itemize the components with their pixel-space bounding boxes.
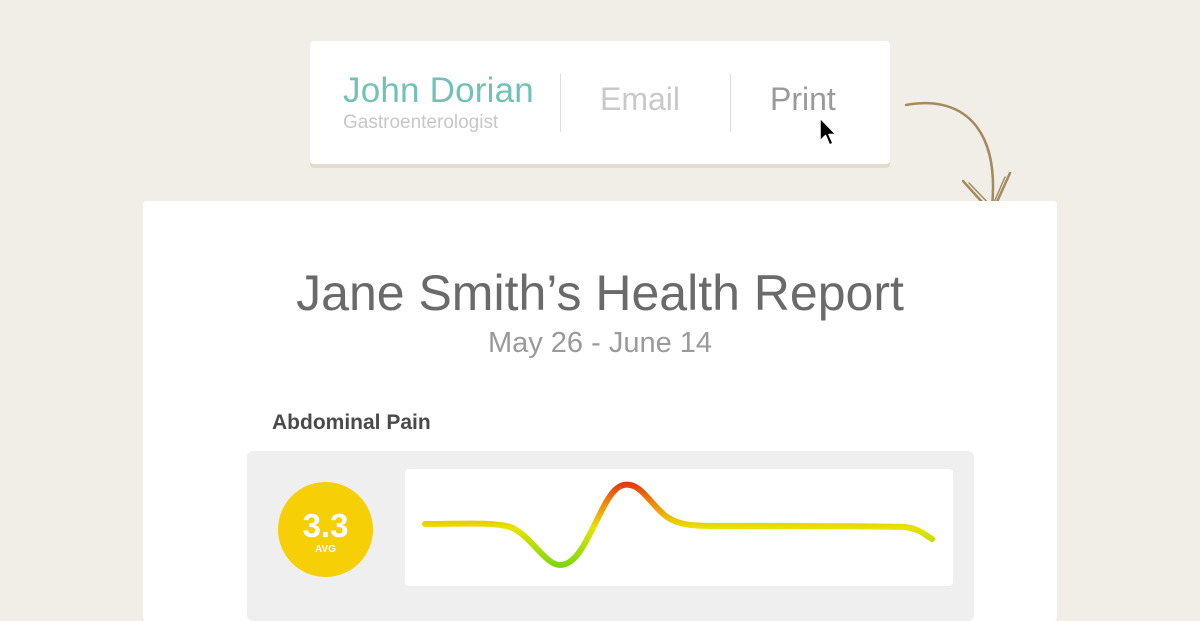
divider <box>730 74 731 132</box>
divider <box>560 74 561 132</box>
print-button[interactable]: Print <box>770 79 836 119</box>
report-title: Jane Smith’s Health Report <box>296 265 904 321</box>
doctor-name[interactable]: John Dorian <box>343 71 534 111</box>
report-date-range: May 26 - June 14 <box>487 327 713 359</box>
doctor-card: John Dorian Gastroenterologist Email Pri… <box>310 41 890 164</box>
health-report-card: Jane Smith’s Health Report May 26 - June… <box>143 201 1057 621</box>
average-badge: 3.3 AVG <box>278 482 373 577</box>
email-button[interactable]: Email <box>600 79 680 119</box>
trend-graph <box>405 469 953 586</box>
abdominal-pain-panel: 3.3 AVG <box>247 451 974 621</box>
average-value: 3.3 <box>302 507 349 544</box>
section-label-abdominal-pain: Abdominal Pain <box>272 411 431 434</box>
average-label: AVG <box>315 544 336 555</box>
doctor-specialty: Gastroenterologist <box>343 112 499 133</box>
pointer-cursor-icon <box>819 117 837 146</box>
doctor-info[interactable]: John Dorian Gastroenterologist <box>343 71 534 134</box>
trend-line <box>422 481 935 569</box>
